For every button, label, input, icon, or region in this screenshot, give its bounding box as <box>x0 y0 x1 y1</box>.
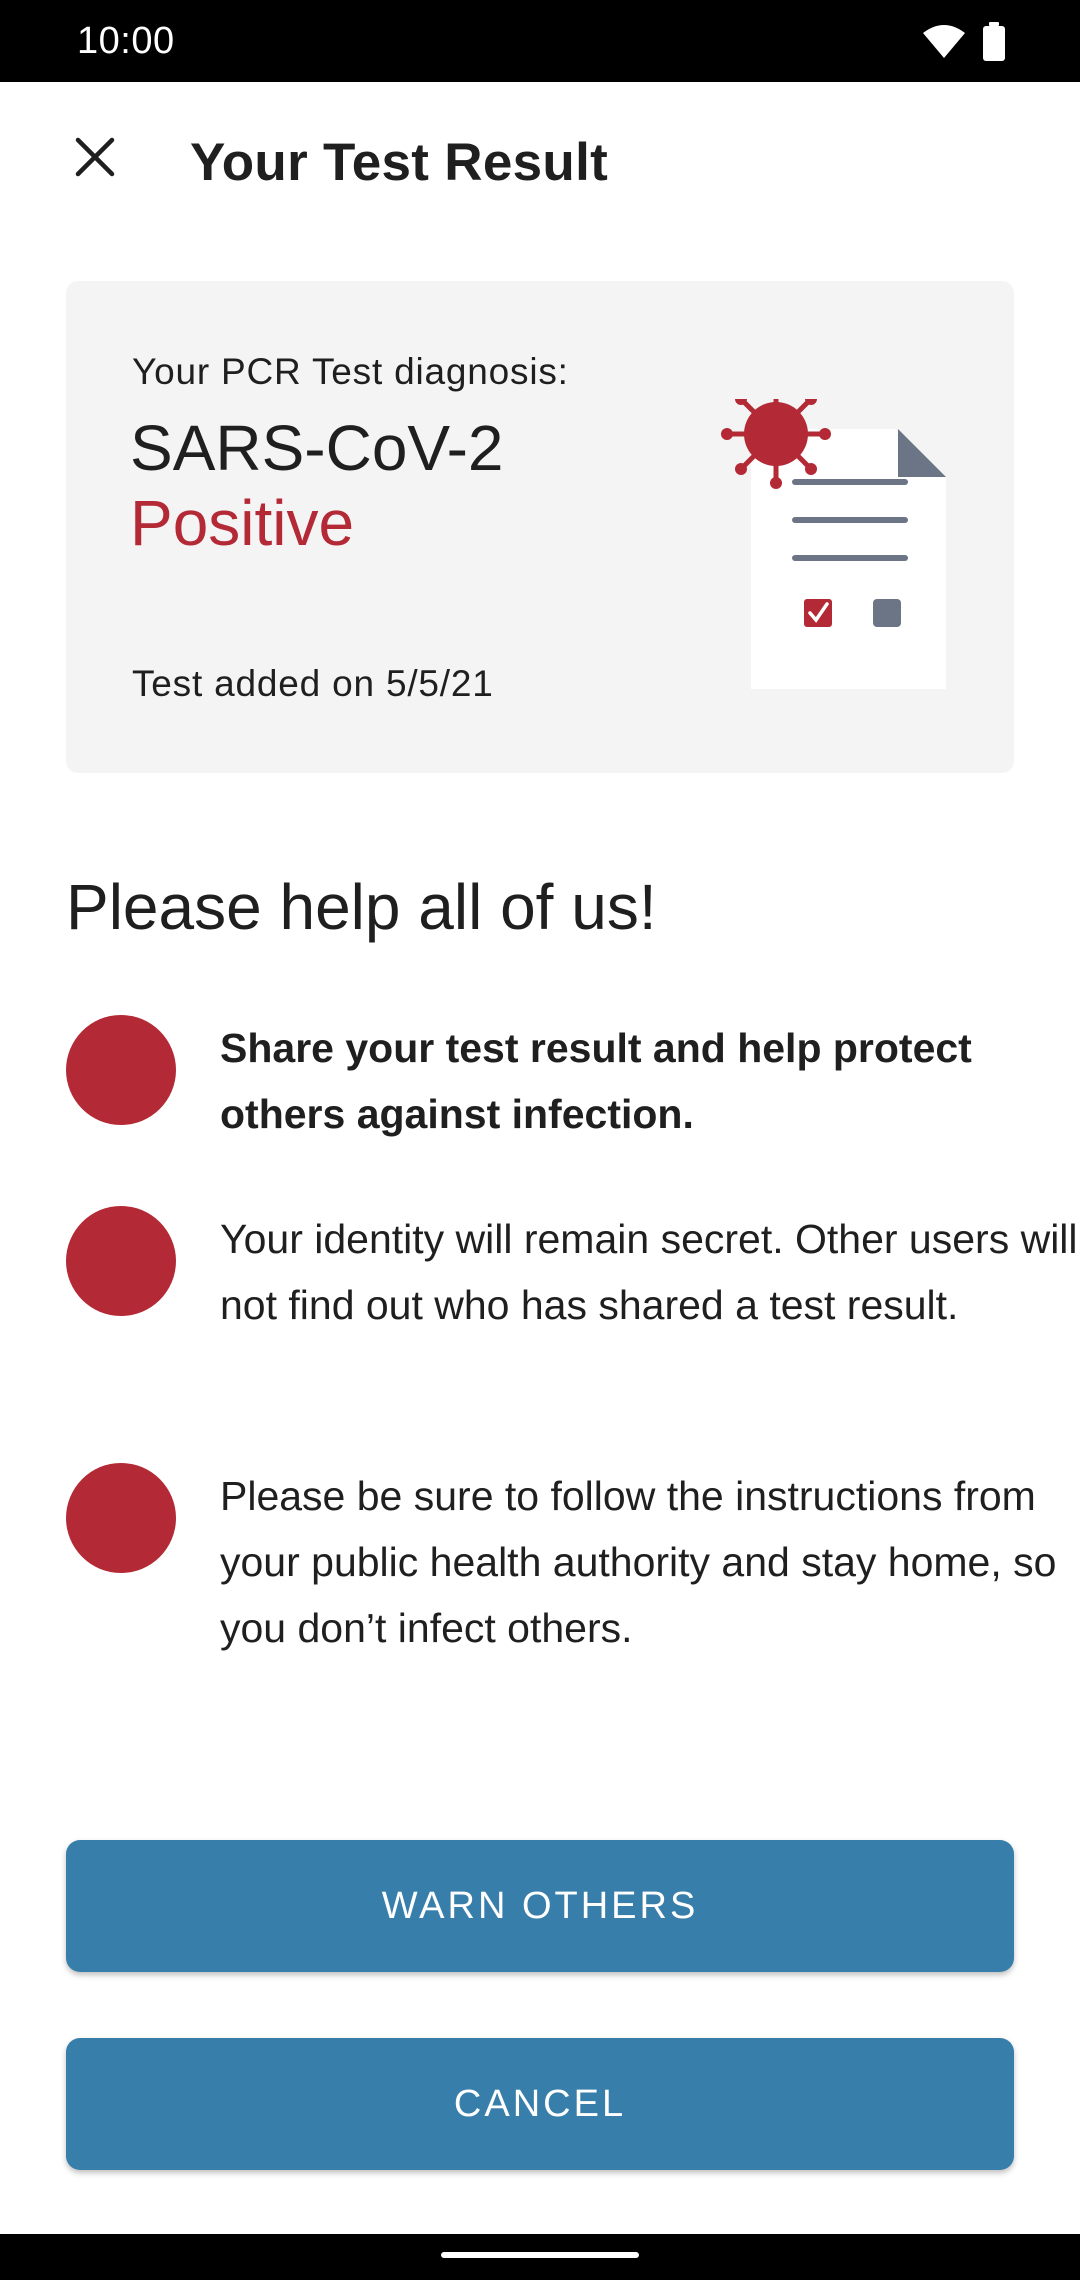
app-bar: Your Test Result <box>0 82 1080 242</box>
warn-others-button[interactable]: WARN OTHERS <box>66 1840 1014 1972</box>
virus-name: SARS-CoV-2 <box>130 412 504 484</box>
battery-icon <box>982 22 1006 67</box>
status-time: 10:00 <box>77 20 175 62</box>
list-item-text: Your identity will remain secret. Other … <box>220 1216 1078 1328</box>
test-result-status: Positive <box>130 487 355 559</box>
help-section-title: Please help all of us! <box>66 871 657 943</box>
wifi-icon <box>922 24 966 65</box>
bullet-icon <box>66 1463 176 1573</box>
navigation-bar <box>0 2234 1080 2280</box>
list-item-text: Share your test result and help protect … <box>220 1025 972 1137</box>
cancel-button[interactable]: CANCEL <box>66 2038 1014 2170</box>
document-icon <box>751 429 946 689</box>
diagnosis-caption: Your PCR Test diagnosis: <box>132 351 569 392</box>
test-added-date: Test added on 5/5/21 <box>132 663 494 704</box>
home-gesture-handle[interactable] <box>441 2252 639 2258</box>
list-item-text: Please be sure to follow the instruction… <box>220 1473 1057 1651</box>
close-icon <box>73 135 117 184</box>
status-bar: 10:00 <box>0 0 1080 82</box>
close-button[interactable] <box>60 124 130 194</box>
page-title: Your Test Result <box>190 133 609 192</box>
bullet-icon <box>66 1206 176 1316</box>
test-result-card: Your PCR Test diagnosis: SARS-CoV-2 Posi… <box>66 281 1014 773</box>
test-document-illustration <box>656 379 956 704</box>
bullet-icon <box>66 1015 176 1125</box>
